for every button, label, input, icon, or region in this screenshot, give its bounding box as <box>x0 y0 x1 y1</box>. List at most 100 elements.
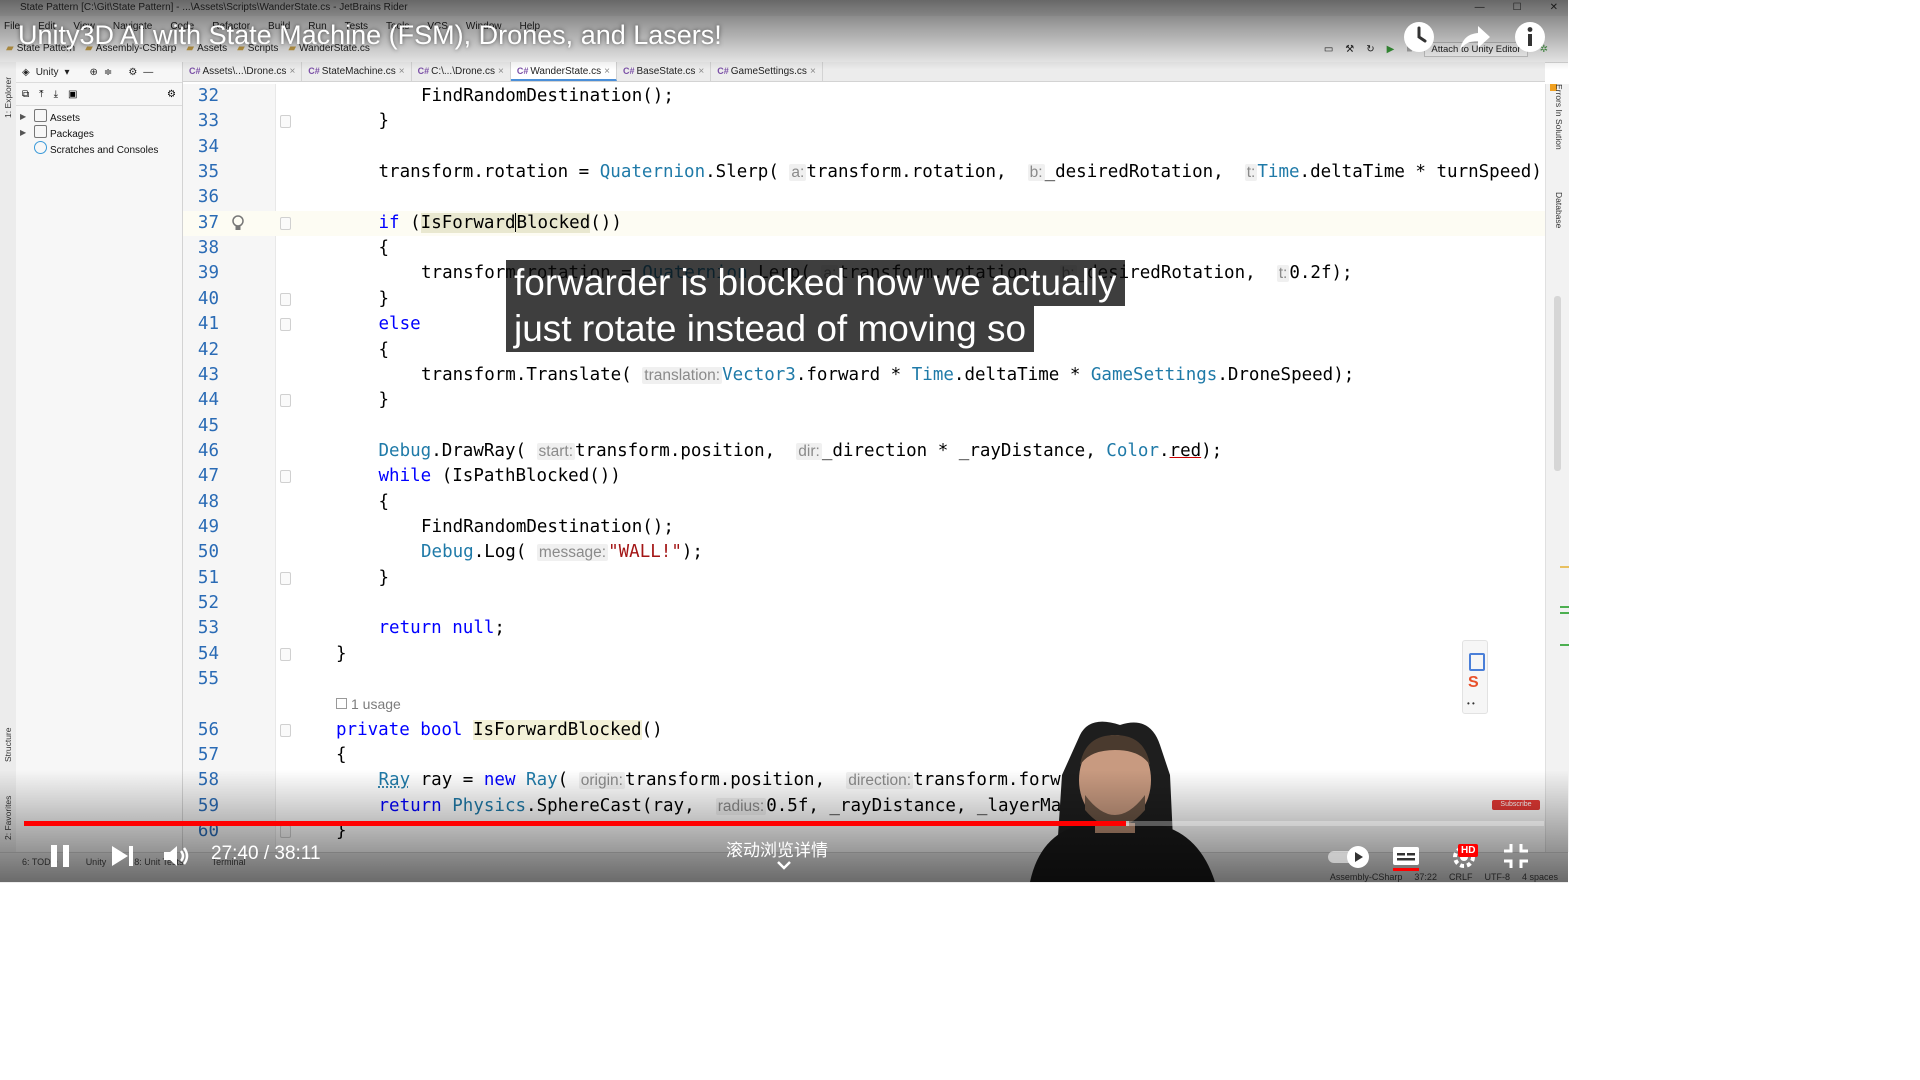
chevron-down-icon[interactable]: ▾ <box>65 67 70 78</box>
line-number: 49 <box>197 516 219 537</box>
code-line[interactable]: 43 transform.Translate( translation: Vecto… <box>183 363 1545 388</box>
more-icon[interactable]: • • <box>1467 699 1475 708</box>
progress-bar[interactable] <box>24 821 1544 826</box>
lightbulb-icon[interactable] <box>231 214 245 232</box>
database-strip-label[interactable]: Database <box>1554 192 1564 228</box>
explorer-view-dropdown[interactable]: Unity <box>36 67 59 78</box>
run-icon[interactable]: ▶ <box>1387 44 1395 55</box>
volume-icon[interactable] <box>160 840 192 872</box>
code-line[interactable]: 33} <box>183 109 1545 134</box>
chevron-right-icon[interactable]: ▶ <box>20 109 26 125</box>
code-line[interactable]: 46 Debug.DrawRay( start: transform.positio… <box>183 439 1545 464</box>
minimize-button[interactable]: — <box>1475 0 1485 16</box>
fold-marker-icon[interactable] <box>280 394 291 408</box>
close-tab-icon[interactable]: × <box>289 66 295 77</box>
code-line[interactable]: 48 { <box>183 490 1545 515</box>
editor-tab[interactable]: C# WanderState.cs × <box>510 62 617 81</box>
code-line[interactable]: 51} <box>183 566 1545 591</box>
csharp-file-icon: C# <box>516 66 529 76</box>
fold-marker-icon[interactable] <box>280 571 291 585</box>
errors-strip-label[interactable]: Errors In Solution <box>1554 84 1564 150</box>
fold-marker-icon[interactable] <box>280 292 291 306</box>
code-line[interactable]: 49 FindRandomDestination(); <box>183 515 1545 540</box>
code-line[interactable]: 55 <box>183 667 1545 692</box>
scrollbar-thumb[interactable] <box>1554 296 1561 471</box>
code-line[interactable]: 53 return null; <box>183 616 1545 641</box>
code-line[interactable]: 47 while (IsPathBlocked()) <box>183 464 1545 489</box>
document-icon[interactable] <box>1469 653 1485 671</box>
subscribe-watermark[interactable]: Subscribe <box>1492 800 1540 810</box>
fold-marker-icon[interactable] <box>280 723 291 737</box>
fold-marker-icon[interactable] <box>280 470 291 484</box>
next-video-icon[interactable] <box>106 840 138 872</box>
close-window-button[interactable]: ✕ <box>1550 0 1558 16</box>
code-line[interactable]: 45 <box>183 414 1545 439</box>
editor-tab[interactable]: C# C:\...\Drone.cs × <box>412 62 511 81</box>
build-icon[interactable]: ⚒ <box>1345 44 1354 55</box>
editor-tab[interactable]: C# GameSettings.cs × <box>711 62 823 81</box>
editor-tab[interactable]: C# StateMachine.cs × <box>302 62 412 81</box>
pin-down-icon[interactable]: ⤓ <box>54 89 58 100</box>
close-tab-icon[interactable]: × <box>810 66 816 77</box>
explorer-strip-label[interactable]: 1: Explorer <box>3 77 13 118</box>
code-line[interactable]: 36 <box>183 185 1545 210</box>
fold-marker-icon[interactable] <box>280 318 291 332</box>
code-line[interactable]: 32 FindRandomDestination(); <box>183 84 1545 109</box>
hide-icon[interactable]: — <box>143 67 153 78</box>
tree-item[interactable]: ▶ Packages <box>16 125 182 141</box>
structure-strip-label[interactable]: Structure <box>3 728 13 763</box>
tree-item[interactable]: ▶ Assets <box>16 109 182 125</box>
fold-marker-icon[interactable] <box>280 216 291 230</box>
code-line[interactable]: 50 Debug.Log( message: "WALL!"); <box>183 540 1545 565</box>
code-line[interactable]: 52 <box>183 591 1545 616</box>
chevron-right-icon[interactable]: ▶ <box>20 125 26 141</box>
watch-later-icon[interactable] <box>1402 20 1436 54</box>
s-logo-icon[interactable]: S <box>1468 675 1479 691</box>
favorites-strip-label[interactable]: 2: Favorites <box>3 796 13 840</box>
refresh-icon[interactable]: ↻ <box>1366 44 1374 55</box>
info-icon[interactable] <box>1513 20 1547 54</box>
code-line[interactable]: 58 Ray ray = new Ray( origin: transform.po… <box>183 768 1545 793</box>
locate-icon[interactable]: ⊕ <box>90 67 98 78</box>
scroll-for-details[interactable]: 滚动浏览详情 <box>726 836 828 861</box>
code-line[interactable]: 59 return Physics.SphereCast(ray, radius:… <box>183 794 1545 819</box>
code-line[interactable]: 37 if (IsForwardBlocked()) <box>183 210 1545 236</box>
fold-marker-icon[interactable] <box>280 115 291 129</box>
close-tab-icon[interactable]: × <box>698 66 704 77</box>
gear-icon[interactable]: ⚙ <box>128 67 137 78</box>
pin-up-icon[interactable]: ⤒ <box>39 89 43 100</box>
collapse-icon[interactable]: ≑ <box>104 67 112 78</box>
line-number: 47 <box>197 466 219 487</box>
code-line[interactable]: 44} <box>183 388 1545 413</box>
preview-icon[interactable]: ▣ <box>68 89 77 100</box>
usages-codelens[interactable]: 1 usage <box>336 692 401 717</box>
close-tab-icon[interactable]: × <box>399 66 405 77</box>
pause-icon[interactable] <box>44 840 76 872</box>
maximize-button[interactable]: ☐ <box>1513 0 1522 16</box>
code-line[interactable]: 35 transform.rotation = Quaternion.Slerp(… <box>183 160 1552 185</box>
video-title[interactable]: Unity3D AI with State Machine (FSM), Dro… <box>18 20 722 51</box>
fold-marker-icon[interactable] <box>280 647 291 661</box>
code-line[interactable]: 38 { <box>183 236 1545 261</box>
tree-item[interactable]: Scratches and Consoles <box>16 141 182 157</box>
tab-label: Assets\...\Drone.cs <box>202 66 287 77</box>
extension-widget[interactable]: S • • <box>1462 640 1488 714</box>
share-icon[interactable] <box>1458 20 1492 54</box>
chevron-down-icon[interactable] <box>776 860 792 870</box>
code-line[interactable]: 56 private bool IsForwardBlocked() <box>183 718 1545 743</box>
editor-tab[interactable]: C# Assets\...\Drone.cs × <box>183 62 303 81</box>
code-line[interactable]: 57 { <box>183 743 1545 768</box>
exit-fullscreen-icon[interactable] <box>1500 840 1532 872</box>
close-tab-icon[interactable]: × <box>604 66 610 77</box>
code-editor[interactable]: 32 FindRandomDestination(); 33} 34 35 transfo… <box>183 84 1552 852</box>
subtitles-icon[interactable] <box>1390 840 1422 872</box>
close-tab-icon[interactable]: × <box>498 66 504 77</box>
layout-icon[interactable]: ▭ <box>1324 44 1333 55</box>
code-line[interactable]: 54} <box>183 642 1545 667</box>
editor-tab[interactable]: C# BaseState.cs × <box>617 62 712 81</box>
settings-icon[interactable]: ⚙ <box>167 89 176 100</box>
code-line[interactable]: 34 <box>183 135 1545 160</box>
show-files-icon[interactable]: ⧉ <box>22 89 29 100</box>
autoplay-toggle[interactable] <box>1326 840 1376 872</box>
code-line[interactable]: 1 usage <box>183 692 1545 717</box>
